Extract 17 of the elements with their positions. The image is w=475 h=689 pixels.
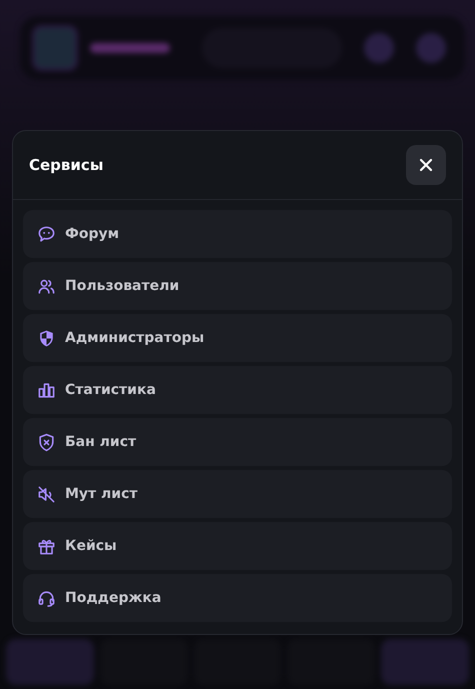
headset-icon [37, 588, 56, 608]
menu-item[interactable]: Пользователи [23, 262, 452, 310]
menu-item[interactable]: Бан лист [23, 418, 452, 466]
chart-icon [37, 380, 56, 400]
menu-item[interactable]: Форум [23, 210, 452, 258]
close-icon [419, 158, 433, 172]
menu-item[interactable]: Поддержка [23, 574, 452, 622]
menu-item[interactable]: Администраторы [23, 314, 452, 362]
chat-icon [37, 224, 56, 244]
ban-icon [37, 432, 56, 452]
close-button[interactable] [406, 145, 446, 185]
mute-icon [37, 484, 56, 504]
dialog-title: Сервисы [29, 156, 104, 174]
menu-item[interactable]: Статистика [23, 366, 452, 414]
menu-item[interactable]: Мут лист [23, 470, 452, 518]
menu-item[interactable]: Кейсы [23, 522, 452, 570]
shield-icon [37, 328, 56, 348]
